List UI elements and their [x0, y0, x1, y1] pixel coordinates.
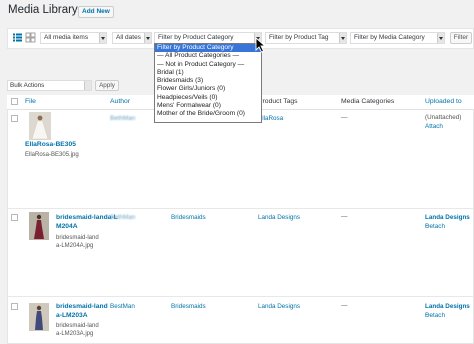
product-tag-select[interactable]: Filter by Product Tag: [265, 32, 347, 44]
product-tag-link[interactable]: Landa Designs: [258, 214, 300, 221]
media-category-value: —: [341, 302, 348, 309]
column-author[interactable]: Author: [110, 98, 130, 105]
chevron-down-icon: [437, 33, 444, 43]
dropdown-option[interactable]: Filter by Product Category: [155, 44, 261, 53]
file-title-text: bridesmaid-landa-LM203A: [56, 303, 108, 319]
attach-link[interactable]: Attach: [425, 123, 443, 131]
chevron-down-icon: [144, 33, 151, 43]
select-all-checkbox[interactable]: [11, 98, 18, 105]
grid-view-icon[interactable]: [25, 32, 36, 43]
page-title: Media Library: [8, 4, 78, 16]
column-product-tags: Product Tags: [258, 98, 298, 105]
product-category-link[interactable]: Bridesmaids: [171, 214, 206, 221]
author-link[interactable]: BethMan: [110, 214, 135, 221]
mouse-cursor-icon: [255, 37, 266, 53]
dates-value: All dates: [116, 34, 141, 41]
file-title-link[interactable]: EllaRosa-BE305: [25, 141, 76, 150]
chevron-down-icon: [84, 81, 91, 90]
add-new-button[interactable]: Add New: [78, 6, 114, 18]
column-media-categories: Media Categories: [341, 98, 395, 105]
row-divider: [7, 296, 474, 297]
product-category-dropdown: Filter by Product Category — All Product…: [154, 43, 262, 123]
bulk-actions-value: Bulk Actions: [10, 82, 45, 89]
dropdown-option[interactable]: Bridesmaids (3): [155, 77, 261, 85]
detach-link[interactable]: Detach: [425, 223, 445, 231]
detach-link[interactable]: Detach: [425, 312, 445, 320]
file-title-link[interactable]: bridesmaid-landa-LM203A: [56, 303, 108, 320]
media-category-value: —: [341, 114, 348, 121]
media-type-value: All media items: [44, 34, 89, 41]
image-thumbnail[interactable]: [29, 303, 49, 331]
chevron-down-icon: [339, 33, 346, 43]
product-tag-link[interactable]: Landa Designs: [258, 303, 300, 310]
uploaded-to-status: (Unattached): [425, 114, 462, 121]
file-name: bridesmaid-landa-LM204A.jpg: [56, 235, 99, 249]
product-category-value: Filter by Product Category: [158, 34, 234, 41]
filter-button[interactable]: Filter: [450, 32, 472, 44]
apply-button[interactable]: Apply: [95, 80, 119, 91]
row-checkbox[interactable]: [11, 115, 18, 122]
dropdown-option[interactable]: — All Product Categories —: [155, 52, 261, 60]
dropdown-option[interactable]: Bridal (1): [155, 69, 261, 77]
image-thumbnail[interactable]: [29, 112, 51, 140]
dropdown-option[interactable]: Mother of the Bride/Groom (0): [155, 110, 261, 118]
author-link[interactable]: BethMan: [110, 115, 135, 122]
dropdown-option[interactable]: Headpieces/Veils (0): [155, 94, 261, 102]
media-category-value: —: [341, 213, 348, 220]
product-category-link[interactable]: Bridesmaids: [171, 303, 206, 310]
media-type-select[interactable]: All media items: [40, 32, 107, 44]
dropdown-option[interactable]: Flower Girls/Juniors (0): [155, 85, 261, 93]
column-uploaded-to[interactable]: Uploaded to: [425, 98, 462, 105]
row-checkbox[interactable]: [11, 303, 18, 310]
column-file[interactable]: File: [25, 98, 36, 105]
row-divider: [7, 208, 474, 209]
image-thumbnail[interactable]: [29, 212, 49, 240]
media-category-select[interactable]: Filter by Media Category: [350, 32, 445, 44]
dropdown-option[interactable]: — Not in Product Category —: [155, 61, 261, 69]
author-link[interactable]: BestMan: [110, 303, 135, 310]
chevron-down-icon: [99, 33, 106, 43]
list-view-icon[interactable]: [12, 32, 23, 43]
bulk-actions-select[interactable]: Bulk Actions: [7, 80, 92, 91]
dates-select[interactable]: All dates: [112, 32, 152, 44]
media-category-value: Filter by Media Category: [354, 34, 425, 41]
file-name: EllaRosa-BE305.jpg: [25, 152, 79, 158]
row-checkbox[interactable]: [11, 214, 18, 221]
product-tag-value: Filter by Product Tag: [269, 34, 329, 41]
dropdown-option[interactable]: Mens' Formalwear (0): [155, 102, 261, 110]
file-name: bridesmaid-landa-LM203A.jpg: [56, 323, 99, 337]
